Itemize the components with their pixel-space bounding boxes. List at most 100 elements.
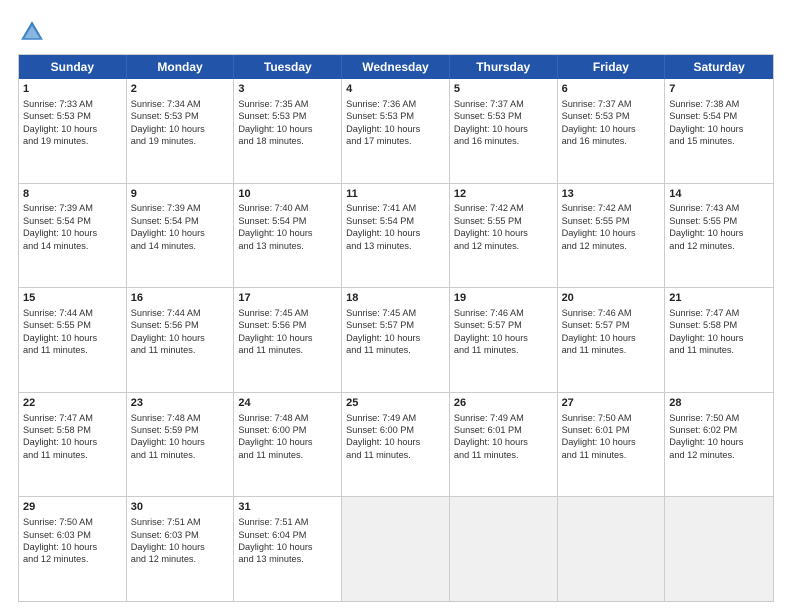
day-cell-4: 4Sunrise: 7:36 AMSunset: 5:53 PMDaylight… [342, 79, 450, 183]
day-info-line: Sunrise: 7:39 AM [131, 202, 230, 214]
day-number: 23 [131, 396, 230, 411]
day-info-line: and 13 minutes. [238, 240, 337, 252]
day-cell-24: 24Sunrise: 7:48 AMSunset: 6:00 PMDayligh… [234, 393, 342, 497]
day-info-line: Sunrise: 7:48 AM [238, 412, 337, 424]
day-number: 3 [238, 82, 337, 97]
day-cell-13: 13Sunrise: 7:42 AMSunset: 5:55 PMDayligh… [558, 184, 666, 288]
day-info-line: Sunrise: 7:44 AM [131, 307, 230, 319]
day-cell-26: 26Sunrise: 7:49 AMSunset: 6:01 PMDayligh… [450, 393, 558, 497]
day-info-line: and 17 minutes. [346, 135, 445, 147]
day-number: 31 [238, 500, 337, 515]
day-info-line: and 14 minutes. [131, 240, 230, 252]
day-header-monday: Monday [127, 55, 235, 79]
day-info-line: Sunset: 6:01 PM [562, 424, 661, 436]
day-number: 19 [454, 291, 553, 306]
day-header-saturday: Saturday [665, 55, 773, 79]
day-info-line: Sunrise: 7:37 AM [562, 98, 661, 110]
day-info-line: Daylight: 10 hours [23, 123, 122, 135]
day-header-friday: Friday [558, 55, 666, 79]
day-cell-21: 21Sunrise: 7:47 AMSunset: 5:58 PMDayligh… [665, 288, 773, 392]
day-number: 26 [454, 396, 553, 411]
day-info-line: Sunset: 6:03 PM [131, 529, 230, 541]
day-info-line: and 11 minutes. [238, 344, 337, 356]
day-info-line: Sunset: 5:56 PM [131, 319, 230, 331]
day-info-line: Daylight: 10 hours [346, 332, 445, 344]
day-cell-22: 22Sunrise: 7:47 AMSunset: 5:58 PMDayligh… [19, 393, 127, 497]
day-info-line: and 11 minutes. [131, 344, 230, 356]
day-info-line: Daylight: 10 hours [238, 436, 337, 448]
empty-cell [450, 497, 558, 601]
day-cell-6: 6Sunrise: 7:37 AMSunset: 5:53 PMDaylight… [558, 79, 666, 183]
day-cell-5: 5Sunrise: 7:37 AMSunset: 5:53 PMDaylight… [450, 79, 558, 183]
day-cell-9: 9Sunrise: 7:39 AMSunset: 5:54 PMDaylight… [127, 184, 235, 288]
day-number: 18 [346, 291, 445, 306]
day-info-line: and 12 minutes. [562, 240, 661, 252]
day-number: 20 [562, 291, 661, 306]
calendar-week-2: 8 Sunrise: 7:39 AM Sunset: 5:54 PM Daylight… [19, 184, 773, 289]
day-info-line: and 19 minutes. [23, 135, 122, 147]
day-info-line: Sunset: 5:53 PM [23, 110, 122, 122]
day-info-line: Sunset: 5:54 PM [346, 215, 445, 227]
day-info-line: Sunset: 5:53 PM [454, 110, 553, 122]
day-info-line: Daylight: 10 hours [131, 332, 230, 344]
day-info-line: Sunrise: 7:37 AM [454, 98, 553, 110]
day-number: 10 [238, 187, 337, 202]
day-info-line: Sunset: 5:55 PM [669, 215, 769, 227]
day-info-line: Daylight: 10 hours [562, 123, 661, 135]
day-info-line: Daylight: 10 hours [669, 332, 769, 344]
day-info-line: Sunset: 5:57 PM [454, 319, 553, 331]
day-info-line: and 11 minutes. [669, 344, 769, 356]
day-cell-15: 15Sunrise: 7:44 AMSunset: 5:55 PMDayligh… [19, 288, 127, 392]
day-number: 12 [454, 187, 553, 202]
logo-icon [18, 18, 46, 46]
day-info-line: Daylight: 10 hours [562, 227, 661, 239]
empty-cell [558, 497, 666, 601]
day-info-line: Sunrise: 7:35 AM [238, 98, 337, 110]
day-header-tuesday: Tuesday [234, 55, 342, 79]
day-info-line: and 11 minutes. [562, 344, 661, 356]
day-info-line: Daylight: 10 hours [131, 436, 230, 448]
day-info-line: and 11 minutes. [238, 449, 337, 461]
day-info-line: Sunrise: 7:41 AM [346, 202, 445, 214]
day-number: 16 [131, 291, 230, 306]
day-cell-10: 10Sunrise: 7:40 AMSunset: 5:54 PMDayligh… [234, 184, 342, 288]
day-info-line: Daylight: 10 hours [346, 436, 445, 448]
day-info-line: Daylight: 10 hours [238, 227, 337, 239]
day-header-wednesday: Wednesday [342, 55, 450, 79]
day-info-line: Sunrise: 7:50 AM [562, 412, 661, 424]
day-number: 1 [23, 82, 122, 97]
day-cell-3: 3Sunrise: 7:35 AMSunset: 5:53 PMDaylight… [234, 79, 342, 183]
day-info-line: Sunset: 5:53 PM [238, 110, 337, 122]
day-info-line: Sunrise: 7:44 AM [23, 307, 122, 319]
day-info-line: Daylight: 10 hours [238, 332, 337, 344]
day-info-line: Sunset: 6:01 PM [454, 424, 553, 436]
day-info-line: and 13 minutes. [238, 553, 337, 565]
day-number: 30 [131, 500, 230, 515]
day-number: 28 [669, 396, 769, 411]
day-number: 8 [23, 187, 122, 202]
day-cell-14: 14Sunrise: 7:43 AMSunset: 5:55 PMDayligh… [665, 184, 773, 288]
day-info-line: Sunset: 5:58 PM [669, 319, 769, 331]
header [18, 18, 774, 46]
day-info-line: Daylight: 10 hours [23, 332, 122, 344]
day-info-line: Sunrise: 7:51 AM [131, 516, 230, 528]
day-info-line: and 12 minutes. [669, 449, 769, 461]
day-info-line: and 11 minutes. [23, 344, 122, 356]
day-info-line: Sunset: 5:54 PM [23, 215, 122, 227]
calendar-week-5: 29Sunrise: 7:50 AMSunset: 6:03 PMDayligh… [19, 497, 773, 601]
day-info-line: Sunset: 5:59 PM [131, 424, 230, 436]
day-info-line: Sunset: 5:55 PM [23, 319, 122, 331]
day-number: 7 [669, 82, 769, 97]
logo [18, 18, 50, 46]
day-info-line: and 16 minutes. [454, 135, 553, 147]
day-info-line: Sunrise: 7:36 AM [346, 98, 445, 110]
day-info-line: Sunrise: 7:49 AM [454, 412, 553, 424]
day-info-line: and 11 minutes. [131, 449, 230, 461]
day-info-line: Daylight: 10 hours [346, 123, 445, 135]
day-number: 21 [669, 291, 769, 306]
day-cell-8: 8Sunrise: 7:39 AMSunset: 5:54 PMDaylight… [19, 184, 127, 288]
day-info-line: Daylight: 10 hours [669, 436, 769, 448]
day-info-line: and 11 minutes. [454, 449, 553, 461]
day-info-line: Sunset: 6:00 PM [238, 424, 337, 436]
day-cell-11: 11Sunrise: 7:41 AMSunset: 5:54 PMDayligh… [342, 184, 450, 288]
